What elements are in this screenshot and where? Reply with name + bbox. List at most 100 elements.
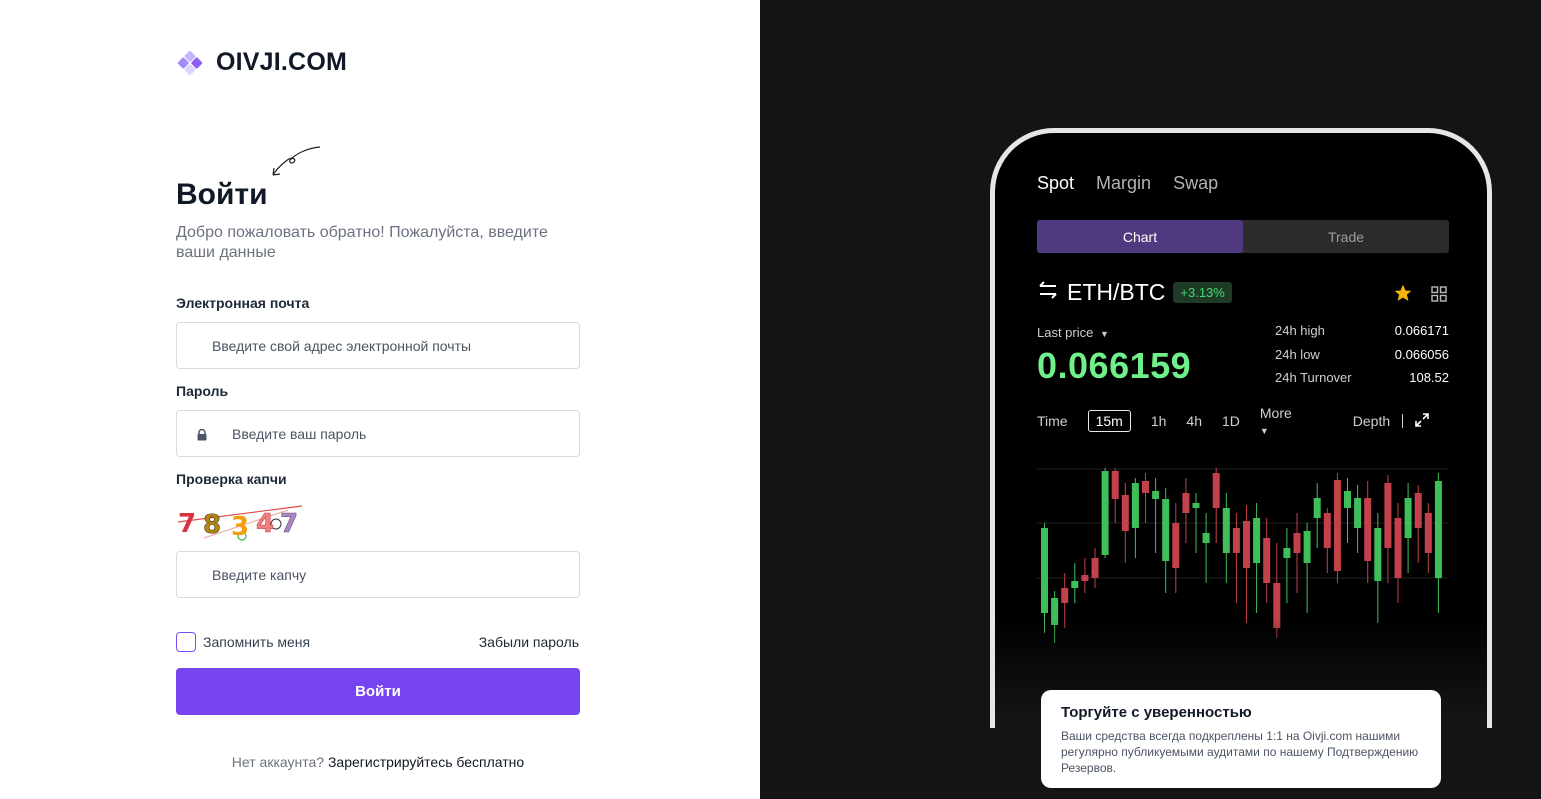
candle-body <box>1273 583 1281 628</box>
candle-body <box>1374 528 1382 581</box>
promo-card: Торгуйте с уверенностью Ваши средства вс… <box>1041 690 1441 788</box>
candle-body <box>1293 533 1301 553</box>
candle-body <box>1364 498 1372 561</box>
candle-body <box>1333 480 1341 571</box>
candle-body <box>1182 493 1190 513</box>
market-tabs: Spot Margin Swap <box>1037 173 1218 194</box>
candle-body <box>1101 471 1109 555</box>
candle-body <box>1253 518 1261 563</box>
candle-body <box>1243 521 1250 568</box>
promo-card-title: Торгуйте с уверенностью <box>1061 704 1252 721</box>
candle-body <box>1384 483 1392 548</box>
grid-icon <box>1431 286 1447 307</box>
forgot-password-link[interactable]: Забыли пароль <box>479 634 579 650</box>
svg-text:8: 8 <box>203 510 221 540</box>
remember-me[interactable]: Запомнить меня <box>176 632 310 652</box>
login-panel: OIVJI.COM Войти Добро пожаловать обратно… <box>0 0 760 799</box>
email-field-wrapper <box>176 322 580 369</box>
timeframe-1h: 1h <box>1150 413 1167 429</box>
candle-body <box>1394 518 1402 578</box>
signup-prompt: Нет аккаунта? Зарегистрируйтесь бесплатн… <box>176 754 580 770</box>
brand-name: OIVJI.COM <box>216 48 347 76</box>
stat-label: 24h high <box>1275 323 1325 338</box>
caret-down-icon: ▼ <box>1100 329 1109 339</box>
captcha-field-wrapper <box>176 551 580 598</box>
captcha-field[interactable] <box>177 552 579 597</box>
candle-body <box>1192 503 1200 508</box>
segment-trade: Trade <box>1327 228 1365 245</box>
timeframe-15m: 15m <box>1087 410 1131 432</box>
segment-chart: Chart <box>1037 220 1243 253</box>
candle-body <box>1111 471 1119 499</box>
pair-row: ETH/BTC +3.13% <box>1037 279 1232 306</box>
depth-label: Depth <box>1352 413 1391 429</box>
last-price-label: Last price ▼ <box>1037 325 1109 340</box>
candle-body <box>1434 481 1442 578</box>
candle-body <box>1041 528 1048 613</box>
last-price-label-text: Last price <box>1037 325 1094 340</box>
candle-body <box>1162 499 1170 561</box>
stat-value: 0.066056 <box>1394 346 1449 362</box>
pair-name: ETH/BTC <box>1067 279 1166 305</box>
candle-body <box>1414 493 1422 528</box>
signup-link[interactable]: Зарегистрируйтесь бесплатно <box>328 754 524 770</box>
candlestick-chart <box>1037 468 1449 643</box>
page-subtitle: Добро пожаловать обратно! Пожалуйста, вв… <box>176 224 548 261</box>
promo-card-text: Ваши средства всегда подкреплены 1:1 на … <box>1061 729 1419 775</box>
login-button[interactable]: Войти <box>176 668 580 715</box>
captcha-image[interactable]: 7 8 3 4 7 <box>176 502 306 547</box>
timeframe-row: Time 15m 1h 4h 1D More ▼ Depth <box>1037 405 1449 437</box>
email-label: Электронная почта <box>176 295 310 311</box>
timeframe-time: Time <box>1037 413 1068 429</box>
candle-body <box>1121 495 1129 531</box>
stat-value: 108.52 <box>1409 370 1449 385</box>
password-field-wrapper <box>176 410 580 457</box>
stat-high: 24h high 0.066171 <box>1275 323 1449 347</box>
tab-spot: Spot <box>1037 173 1075 193</box>
no-account-text: Нет аккаунта? <box>231 754 325 770</box>
tab-swap: Swap <box>1173 173 1219 193</box>
swap-arrows-icon <box>1037 280 1059 305</box>
password-field[interactable] <box>177 411 579 456</box>
remember-checkbox[interactable] <box>176 632 196 652</box>
phone-mockup: Spot Margin Swap Chart Trade ETH/BTC +3.… <box>990 128 1492 728</box>
candle-body <box>1071 581 1079 588</box>
candle-body <box>1202 533 1210 543</box>
candle-body <box>1061 588 1069 603</box>
stats-list: 24h high 0.066171 24h low 0.066056 24h Tur… <box>1275 323 1449 394</box>
svg-text:3: 3 <box>231 512 249 542</box>
candle-body <box>1131 483 1139 528</box>
tab-margin: Margin <box>1096 173 1152 193</box>
timeframe-1d: 1D <box>1221 413 1240 429</box>
candle-body <box>1212 473 1220 508</box>
brand[interactable]: OIVJI.COM <box>176 48 347 77</box>
timeframe-more: More ▼ <box>1260 405 1333 437</box>
page-title: Войти <box>176 178 268 211</box>
caret-down-icon: ▼ <box>1259 426 1269 436</box>
last-price-value: 0.066159 <box>1037 345 1192 386</box>
password-label: Пароль <box>176 383 229 399</box>
email-field[interactable] <box>177 323 579 368</box>
diamond-logo-icon <box>176 49 204 77</box>
candle-body <box>1303 531 1311 563</box>
candle-body <box>1222 508 1230 553</box>
svg-text:7: 7 <box>178 509 196 539</box>
timeframe-more-label: More <box>1259 405 1292 421</box>
candle-body <box>1424 513 1432 553</box>
candle-body <box>1081 575 1089 581</box>
candle-body <box>1404 498 1412 538</box>
stat-label: 24h low <box>1275 346 1320 362</box>
candle-body <box>1354 498 1362 528</box>
stat-value: 0.066171 <box>1394 323 1449 338</box>
expand-icon <box>1415 412 1429 430</box>
timeframe-4h: 4h <box>1186 413 1202 429</box>
stat-low: 24h low 0.066056 <box>1275 347 1449 371</box>
candle-body <box>1051 598 1059 625</box>
star-icon <box>1393 283 1413 308</box>
view-segment: Chart Trade <box>1037 220 1449 253</box>
lock-icon <box>196 428 208 446</box>
candle-body <box>1283 548 1291 558</box>
candle-body <box>1232 528 1240 553</box>
stat-label: 24h Turnover <box>1275 370 1352 385</box>
divider <box>1402 414 1403 428</box>
